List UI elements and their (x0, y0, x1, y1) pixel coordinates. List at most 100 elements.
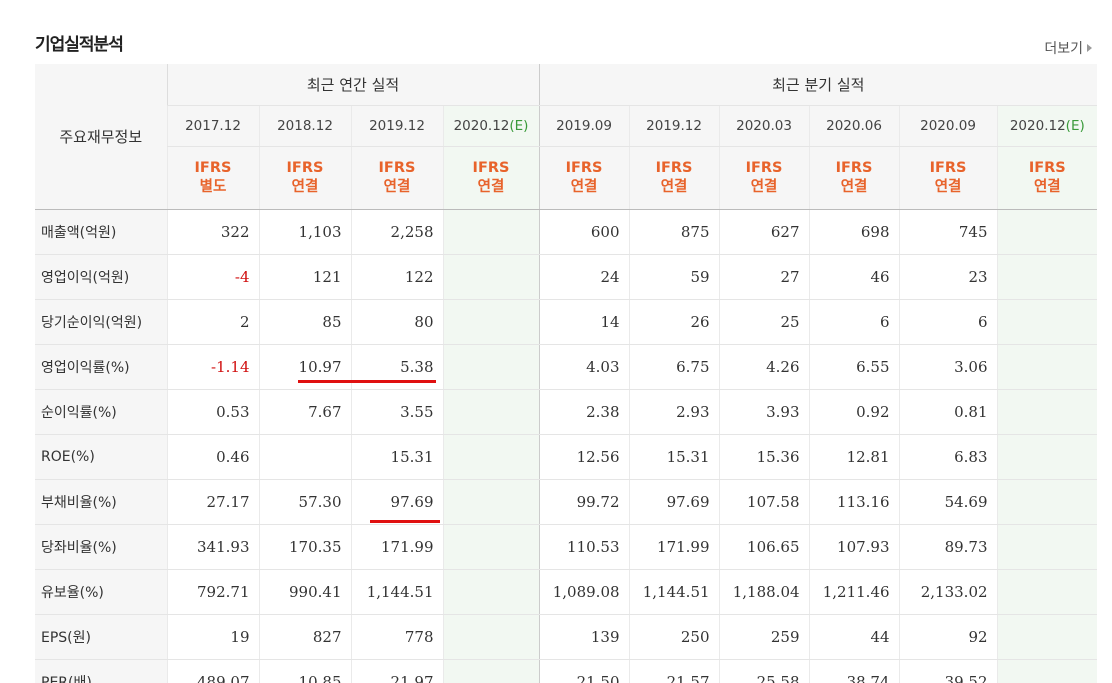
header-date-3: 2020.12(E) (442, 105, 540, 147)
row-label: PER(배) (35, 659, 167, 683)
table-cell: 12.56 (538, 434, 630, 480)
table-cell: 341.93 (166, 524, 259, 570)
table-cell: -4 (166, 254, 259, 300)
row-label: 영업이익률(%) (35, 344, 167, 390)
header-date-5: 2019.12 (628, 105, 720, 147)
table-cell: 6.75 (628, 344, 720, 390)
table-row: 당기순이익(억원) 2 85 80 14 26 25 6 6 (35, 299, 1097, 345)
table-cell (996, 299, 1097, 345)
table-cell: 10.85 (258, 659, 351, 683)
ifrs-basis: 별도 (199, 179, 227, 195)
ifrs-basis: 연결 (570, 179, 598, 195)
table-row: 영업이익(억원) -4 121 122 24 59 27 46 23 (35, 254, 1097, 300)
table-row: 부채비율(%) 27.17 57.30 97.69 99.72 97.69 107.58 11… (35, 479, 1097, 525)
table-cell: 792.71 (166, 569, 259, 615)
table-cell: 3.93 (718, 389, 810, 435)
table-cell: 27.17 (166, 479, 259, 525)
row-label: 영업이익(억원) (35, 254, 167, 300)
table-cell: 250 (628, 614, 720, 660)
table-cell (442, 254, 540, 300)
table-cell: 3.06 (898, 344, 998, 390)
red-underline-annual-margin (298, 380, 436, 383)
ifrs-label: IFRS (472, 160, 510, 176)
table-cell: 2.93 (628, 389, 720, 435)
row-label: 매출액(억원) (35, 209, 167, 255)
table-row: 영업이익률(%) -1.14 10.97 5.38 4.03 6.75 4.26 6.55 3.… (35, 344, 1097, 390)
table-cell (442, 569, 540, 615)
table-cell: 0.92 (808, 389, 900, 435)
table-cell: 171.99 (350, 524, 443, 570)
table-cell (996, 614, 1097, 660)
chevron-right-icon (1087, 44, 1092, 52)
table-cell (996, 254, 1097, 300)
table-cell: 745 (898, 209, 998, 255)
table-row: ROE(%) 0.46 15.31 12.56 15.31 15.36 12.81 6.83 (35, 434, 1097, 480)
ifrs-basis: 연결 (660, 179, 688, 195)
table-cell: 23 (898, 254, 998, 300)
table-cell: 92 (898, 614, 998, 660)
table-row: PER(배) 489.07 10.85 21.97 21.50 21.57 25.58 38.… (35, 659, 1097, 683)
table-cell: 57.30 (258, 479, 351, 525)
table-cell: 97.69 (350, 479, 443, 525)
table-cell: 2.38 (538, 389, 630, 435)
table-cell: 15.31 (628, 434, 720, 480)
table-cell: 7.67 (258, 389, 351, 435)
header-date-2: 2019.12 (350, 105, 443, 147)
table-cell (442, 434, 540, 480)
table-cell (996, 659, 1097, 683)
ifrs-basis: 연결 (383, 179, 411, 195)
table-cell: 59 (628, 254, 720, 300)
header-date-text: 2019.12 (646, 118, 702, 134)
header-ifrs-0: IFRS 별도 (166, 146, 259, 210)
table-cell: 0.53 (166, 389, 259, 435)
table-cell: 15.31 (350, 434, 443, 480)
row-label: 유보율(%) (35, 569, 167, 615)
table-cell (442, 614, 540, 660)
table-row: EPS(원) 19 827 778 139 250 259 44 92 (35, 614, 1097, 660)
more-label: 더보기 (1044, 41, 1083, 57)
table-cell: 44 (808, 614, 900, 660)
table-cell: 627 (718, 209, 810, 255)
table-cell: 14 (538, 299, 630, 345)
header-date-text: 2017.12 (185, 118, 241, 134)
table-cell: 259 (718, 614, 810, 660)
header-date-4: 2019.09 (538, 105, 630, 147)
table-cell: 1,144.51 (350, 569, 443, 615)
table-cell: 25.58 (718, 659, 810, 683)
table-cell (996, 389, 1097, 435)
table-cell: 110.53 (538, 524, 630, 570)
estimate-marker: (E) (509, 118, 529, 134)
table-cell: 170.35 (258, 524, 351, 570)
table-cell: 0.46 (166, 434, 259, 480)
table-cell (442, 659, 540, 683)
table-cell: 25 (718, 299, 810, 345)
table-cell: 12.81 (808, 434, 900, 480)
table-header: 주요재무정보 최근 연간 실적 최근 분기 실적 2017.12 2018.12 2… (35, 64, 1097, 210)
table-cell: 21.97 (350, 659, 443, 683)
table-cell: 698 (808, 209, 900, 255)
row-label: EPS(원) (35, 614, 167, 660)
more-link[interactable]: 더보기 (1044, 38, 1092, 58)
table-row: 매출액(억원) 322 1,103 2,258 600 875 627 698 745 (35, 209, 1097, 255)
financial-table-container: 주요재무정보 최근 연간 실적 최근 분기 실적 2017.12 2018.12 2… (35, 64, 1097, 683)
header-ifrs-1: IFRS 연결 (258, 146, 351, 210)
table-cell: 2,258 (350, 209, 443, 255)
table-cell (996, 479, 1097, 525)
table-cell: 21.50 (538, 659, 630, 683)
table-cell (996, 569, 1097, 615)
header-date-1: 2018.12 (258, 105, 351, 147)
ifrs-basis: 연결 (1033, 179, 1061, 195)
table-cell: 15.36 (718, 434, 810, 480)
ifrs-label: IFRS (655, 160, 693, 176)
table-cell: 778 (350, 614, 443, 660)
table-cell: 1,103 (258, 209, 351, 255)
header-date-text: 2020.12 (1009, 118, 1066, 134)
table-cell: 2,133.02 (898, 569, 998, 615)
table-cell: 4.03 (538, 344, 630, 390)
ifrs-basis: 연결 (291, 179, 319, 195)
header-date-text: 2020.03 (736, 118, 792, 134)
table-cell: 54.69 (898, 479, 998, 525)
ifrs-basis: 연결 (934, 179, 962, 195)
table-cell (442, 524, 540, 570)
row-label: 순이익률(%) (35, 389, 167, 435)
